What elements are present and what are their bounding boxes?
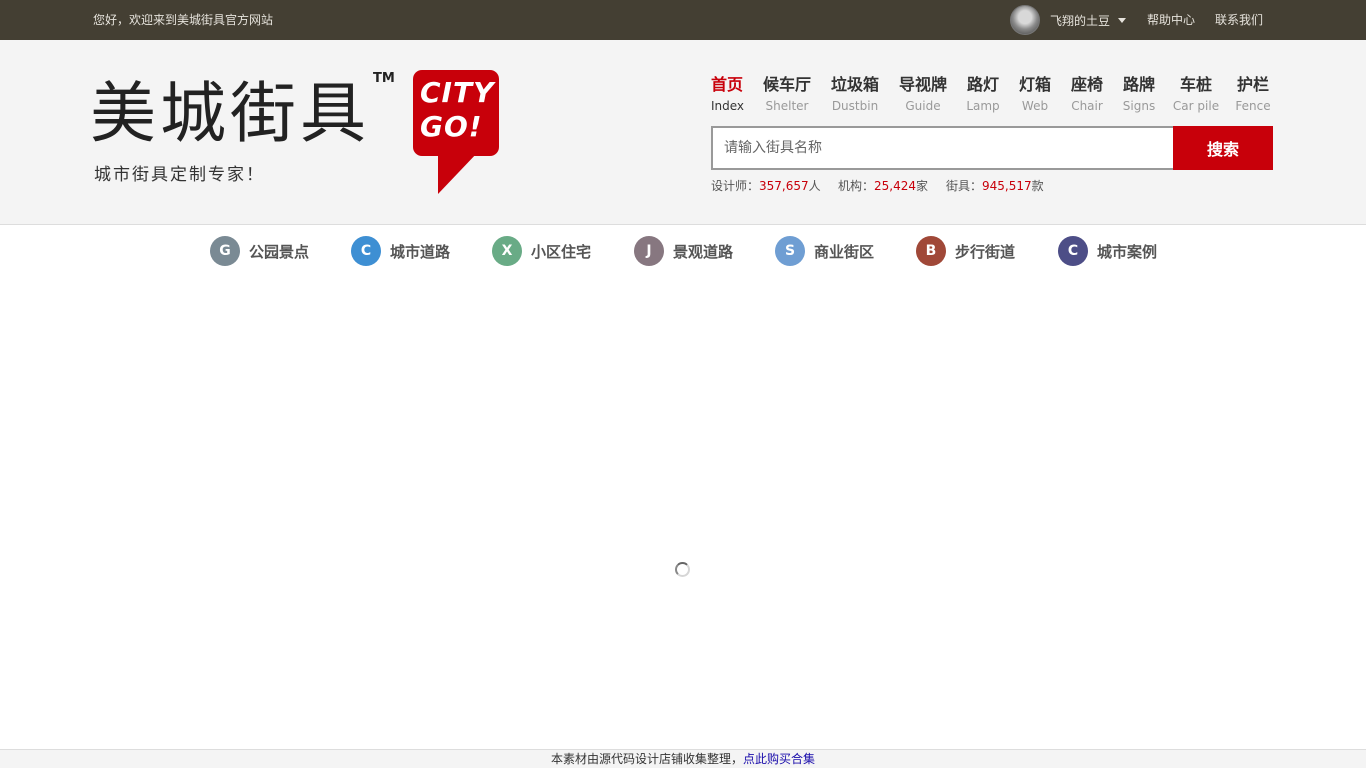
stat-furniture: 街具：945,517款 xyxy=(946,177,1044,194)
logo-slogan: 城市街具定制专家！ xyxy=(94,165,265,185)
nav-label: 护栏 xyxy=(1236,75,1269,94)
stat-label: 街具： xyxy=(946,179,983,193)
nav-item-shelter[interactable]: 候车厅 Shelter xyxy=(762,74,812,114)
nav-item-fence[interactable]: 护栏 Fence xyxy=(1235,74,1271,114)
category-landscape-road[interactable]: J 景观道路 xyxy=(634,236,733,266)
chevron-down-icon[interactable] xyxy=(1118,17,1127,23)
nav-sublabel: Dustbin xyxy=(831,99,879,113)
stat-label: 机构： xyxy=(838,179,875,193)
nav-sublabel: Web xyxy=(1021,99,1049,113)
category-label: 景观道路 xyxy=(673,242,734,261)
category-park[interactable]: G 公园景点 xyxy=(210,236,309,266)
username[interactable]: 飞翔的土豆 xyxy=(1050,12,1110,29)
nav-item-dustbin[interactable]: 垃圾箱 Dustbin xyxy=(830,74,880,114)
category-badge: J xyxy=(634,236,664,266)
stat-value: 25,424 xyxy=(874,179,917,193)
nav-item-web[interactable]: 灯箱 Web xyxy=(1018,74,1052,114)
stat-unit: 家 xyxy=(916,179,929,193)
category-badge: C xyxy=(351,236,381,266)
stat-label: 设计师： xyxy=(711,179,760,193)
nav-sublabel: Signs xyxy=(1122,99,1156,113)
nav-item-lamp[interactable]: 路灯 Lamp xyxy=(966,74,1000,114)
nav-item-signs[interactable]: 路牌 Signs xyxy=(1122,74,1156,114)
footer: 本素材由源代码设计店铺收集整理，点此购买合集 xyxy=(0,749,1366,768)
nav-sublabel: Fence xyxy=(1235,99,1271,113)
stat-unit: 人 xyxy=(808,179,821,193)
nav-label: 路灯 xyxy=(966,75,999,94)
nav-label: 垃圾箱 xyxy=(830,75,879,94)
category-residential[interactable]: X 小区住宅 xyxy=(492,236,591,266)
nav-sublabel: Chair xyxy=(1071,99,1103,113)
nav-label: 路牌 xyxy=(1122,75,1155,94)
category-label: 城市道路 xyxy=(390,242,451,261)
category-badge: C xyxy=(1058,236,1088,266)
nav-item-index[interactable]: 首页 Index xyxy=(711,74,745,114)
avatar[interactable] xyxy=(1010,5,1040,35)
stat-value: 357,657 xyxy=(759,179,809,193)
logo-badge-text: CITY GO! xyxy=(420,76,496,144)
stat-organizations: 机构：25,424家 xyxy=(838,177,928,194)
top-bar: 您好，欢迎来到美城街具官方网站 飞翔的土豆 帮助中心 联系我们 xyxy=(0,0,1366,40)
category-badge: G xyxy=(210,236,240,266)
category-city-cases[interactable]: C 城市案例 xyxy=(1058,236,1157,266)
nav-item-guide[interactable]: 导视牌 Guide xyxy=(898,74,948,114)
stat-value: 945,517 xyxy=(982,179,1032,193)
nav-label: 导视牌 xyxy=(898,75,947,94)
welcome-text: 您好，欢迎来到美城街具官方网站 xyxy=(93,13,274,27)
category-commercial[interactable]: S 商业街区 xyxy=(775,236,874,266)
stat-designers: 设计师：357,657人 xyxy=(711,177,821,194)
header: 美城街具 TM 城市街具定制专家！ CITY GO! 首页 Index 候车厅 … xyxy=(0,40,1366,225)
search-input[interactable] xyxy=(711,126,1174,170)
footer-buy-link[interactable]: 点此购买合集 xyxy=(743,752,815,766)
category-badge: S xyxy=(775,236,805,266)
loading-spinner-icon xyxy=(675,562,690,577)
search-button[interactable]: 搜索 xyxy=(1173,126,1273,170)
nav-label: 候车厅 xyxy=(762,75,811,94)
category-label: 小区住宅 xyxy=(531,242,592,261)
badge-line-2: GO! xyxy=(420,110,483,143)
logo-badge-tail xyxy=(438,152,478,194)
nav-label: 灯箱 xyxy=(1018,75,1051,94)
stat-unit: 款 xyxy=(1031,179,1044,193)
category-pedestrian[interactable]: B 步行街道 xyxy=(916,236,1015,266)
category-label: 商业街区 xyxy=(814,242,875,261)
category-label: 公园景点 xyxy=(249,242,310,261)
nav-label: 座椅 xyxy=(1070,75,1103,94)
logo-text[interactable]: 美城街具 xyxy=(90,74,370,154)
category-label: 步行街道 xyxy=(955,242,1016,261)
nav-label: 首页 xyxy=(711,75,744,94)
help-center-link[interactable]: 帮助中心 xyxy=(1147,12,1195,28)
category-badge: X xyxy=(492,236,522,266)
nav-sublabel: Index xyxy=(711,99,745,113)
category-city-road[interactable]: C 城市道路 xyxy=(351,236,450,266)
nav-sublabel: Lamp xyxy=(966,99,1000,113)
category-badge: B xyxy=(916,236,946,266)
contact-us-link[interactable]: 联系我们 xyxy=(1215,12,1263,28)
category-label: 城市案例 xyxy=(1097,242,1158,261)
nav-sublabel: Car pile xyxy=(1172,99,1220,113)
badge-line-1: CITY xyxy=(420,76,495,109)
nav-sublabel: Shelter xyxy=(765,99,809,113)
trademark-mark: TM xyxy=(373,71,395,86)
nav-sublabel: Guide xyxy=(905,99,941,113)
nav-item-car-pile[interactable]: 车桩 Car pile xyxy=(1172,74,1220,114)
footer-text: 本素材由源代码设计店铺收集整理， xyxy=(550,752,743,766)
user-menu[interactable]: 飞翔的土豆 xyxy=(1010,5,1127,35)
nav-label: 车桩 xyxy=(1179,75,1212,94)
nav-item-chair[interactable]: 座椅 Chair xyxy=(1070,74,1104,114)
